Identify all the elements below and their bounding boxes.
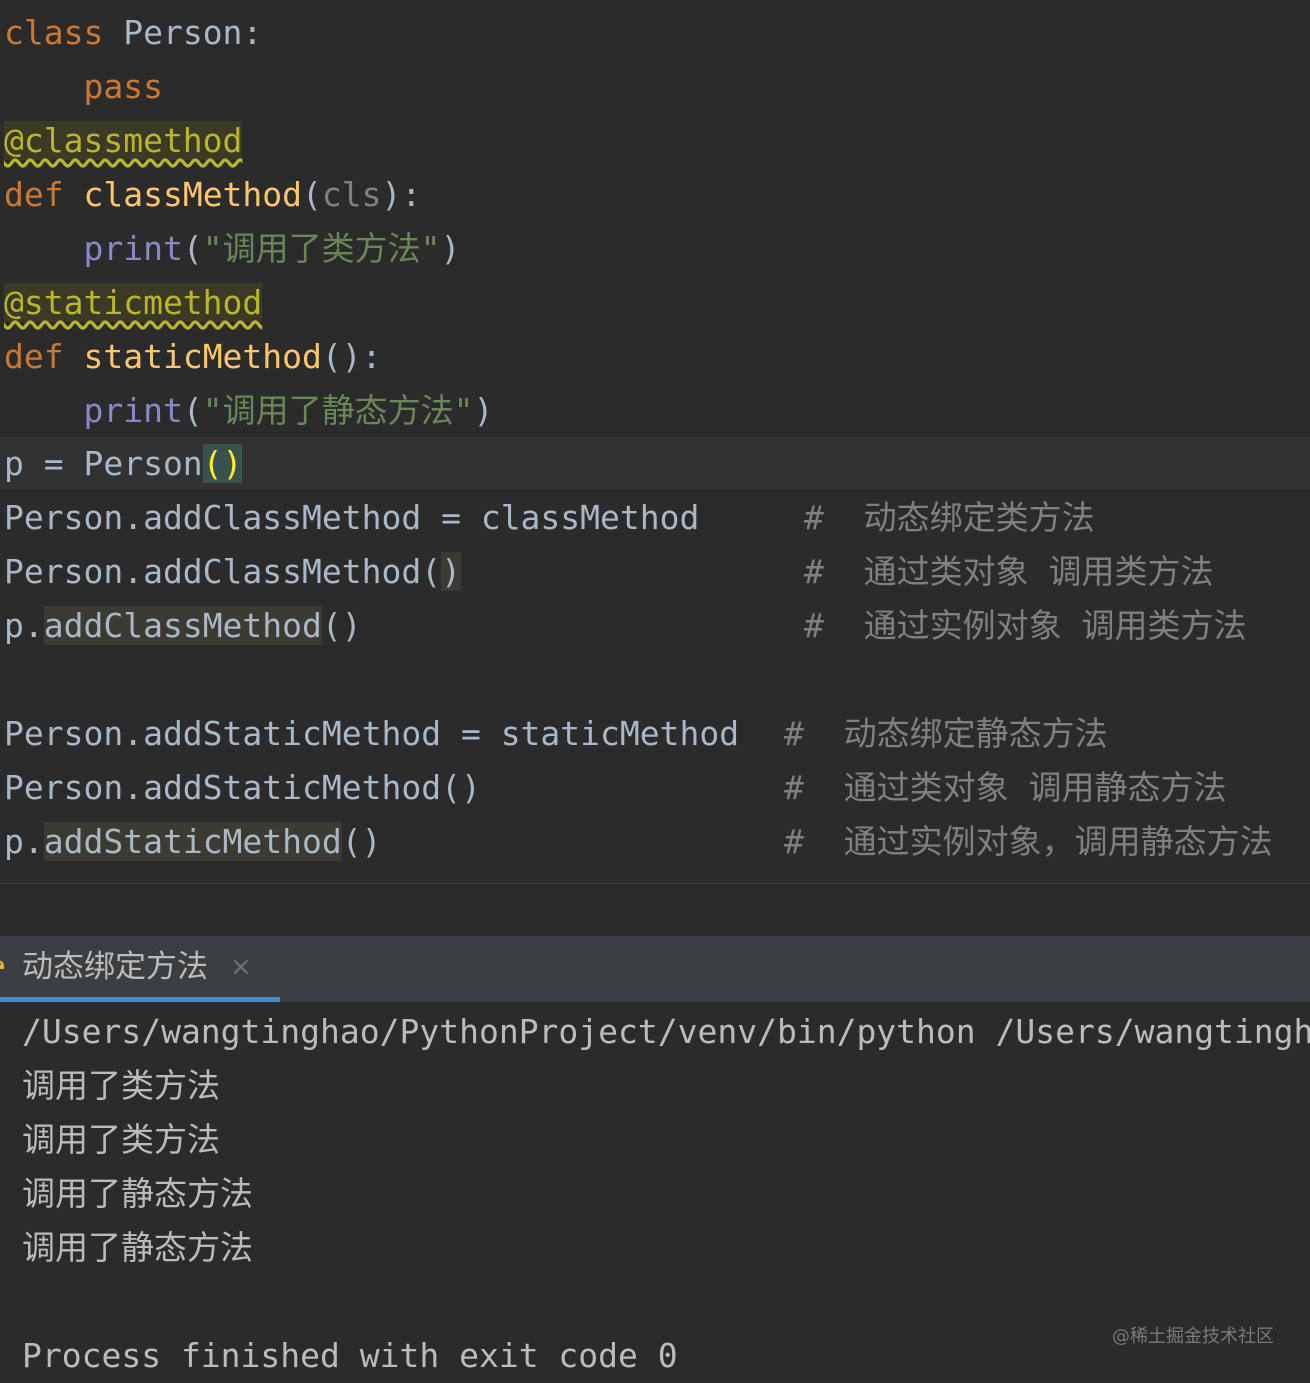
close-icon[interactable]: ×	[230, 936, 252, 998]
open-paren: (	[182, 391, 203, 430]
keyword-def: def	[4, 175, 64, 214]
console-output-line: 调用了静态方法	[22, 1228, 253, 1267]
attribute-highlight: addClassMethod	[43, 606, 322, 645]
code-line-8[interactable]: print("调用了静态方法")	[4, 384, 493, 438]
code-line-10[interactable]: Person.addClassMethod = classMethod # 动态绑…	[4, 491, 1095, 545]
close-paren: )	[473, 391, 494, 430]
parens: ()	[321, 606, 362, 645]
console-exit-message: Process finished with exit code 0	[22, 1336, 678, 1375]
parens: ():	[321, 337, 382, 376]
matched-parens: ()	[202, 444, 243, 483]
keyword-class: class	[4, 13, 104, 52]
run-tool-window-tabbar: 动态绑定方法 ×	[0, 936, 1310, 1002]
python-icon	[0, 960, 4, 969]
code-statement: Person.addStaticMethod = staticMethod	[4, 714, 740, 753]
console-output-line: 调用了静态方法	[22, 1174, 253, 1213]
instance-ref: p.	[4, 822, 44, 861]
code-line-16[interactable]: p.addStaticMethod() # 通过实例对象，调用静态方法	[4, 815, 1273, 869]
code-statement: Person.addStaticMethod()	[4, 768, 481, 807]
parens: ()	[341, 822, 382, 861]
class-name: Person	[123, 13, 243, 52]
console-command-line: /Users/wangtinghao/PythonProject/venv/bi…	[22, 1012, 1310, 1051]
classmethod-decorator: @classmethod	[4, 121, 243, 160]
code-line-2[interactable]: pass	[4, 60, 163, 114]
function-name: staticMethod	[83, 337, 322, 376]
builtin-print: print	[83, 229, 183, 268]
function-name: classMethod	[83, 175, 303, 214]
code-line-1[interactable]: class Person:	[4, 6, 262, 60]
string-literal: "调用了静态方法"	[202, 391, 474, 430]
code-comment: # 通过类对象 调用静态方法	[784, 768, 1227, 807]
code-line-7[interactable]: def staticMethod():	[4, 330, 382, 384]
code-line-5[interactable]: print("调用了类方法")	[4, 222, 460, 276]
code-comment: # 动态绑定静态方法	[784, 714, 1108, 753]
string-literal: "调用了类方法"	[202, 229, 441, 268]
code-line-3[interactable]: @classmethod	[4, 114, 243, 168]
close-paren: ):	[381, 175, 422, 214]
code-comment: # 通过实例对象 调用类方法	[804, 606, 1247, 645]
run-tab-label: 动态绑定方法	[22, 949, 208, 985]
staticmethod-decorator: @staticmethod	[4, 283, 263, 322]
code-line-6[interactable]: @staticmethod	[4, 276, 263, 330]
code-editor[interactable]: class Person: pass @classmethod def clas…	[0, 0, 1310, 883]
close-paren: )	[440, 229, 461, 268]
code-line-9[interactable]: p = Person()	[4, 437, 243, 491]
code-line-14[interactable]: Person.addStaticMethod = staticMethod # 动…	[4, 707, 1108, 761]
console-output-line: 调用了类方法	[22, 1120, 220, 1159]
instance-ref: p.	[4, 606, 44, 645]
code-line-11[interactable]: Person.addClassMethod() # 通过类对象 调用类方法	[4, 545, 1213, 599]
code-statement: Person.addClassMethod(	[4, 552, 442, 591]
code-line-4[interactable]: def classMethod(cls):	[4, 168, 421, 222]
keyword-pass: pass	[83, 67, 163, 106]
code-comment: # 通过实例对象，调用静态方法	[784, 822, 1273, 861]
colon: :	[242, 13, 263, 52]
watermark: @稀土掘金技术社区	[1112, 1326, 1274, 1347]
open-paren: (	[302, 175, 322, 214]
code-line-15[interactable]: Person.addStaticMethod() # 通过类对象 调用静态方法	[4, 761, 1226, 815]
attribute-highlight: addStaticMethod	[43, 822, 342, 861]
close-paren: )	[441, 552, 461, 591]
code-statement: Person.addClassMethod = classMethod	[4, 498, 700, 537]
code-line-12[interactable]: p.addClassMethod() # 通过实例对象 调用类方法	[4, 599, 1246, 653]
open-paren: (	[182, 229, 203, 268]
panel-gap	[0, 884, 1310, 936]
code-comment: # 通过类对象 调用类方法	[804, 552, 1214, 591]
run-tab[interactable]: 动态绑定方法 ×	[0, 936, 280, 1002]
console-output-line: 调用了类方法	[22, 1066, 220, 1105]
code-comment: # 动态绑定类方法	[804, 498, 1095, 537]
builtin-print: print	[83, 391, 183, 430]
param-cls: cls	[321, 175, 382, 214]
keyword-def: def	[4, 337, 64, 376]
assignment: p = Person	[4, 444, 203, 483]
